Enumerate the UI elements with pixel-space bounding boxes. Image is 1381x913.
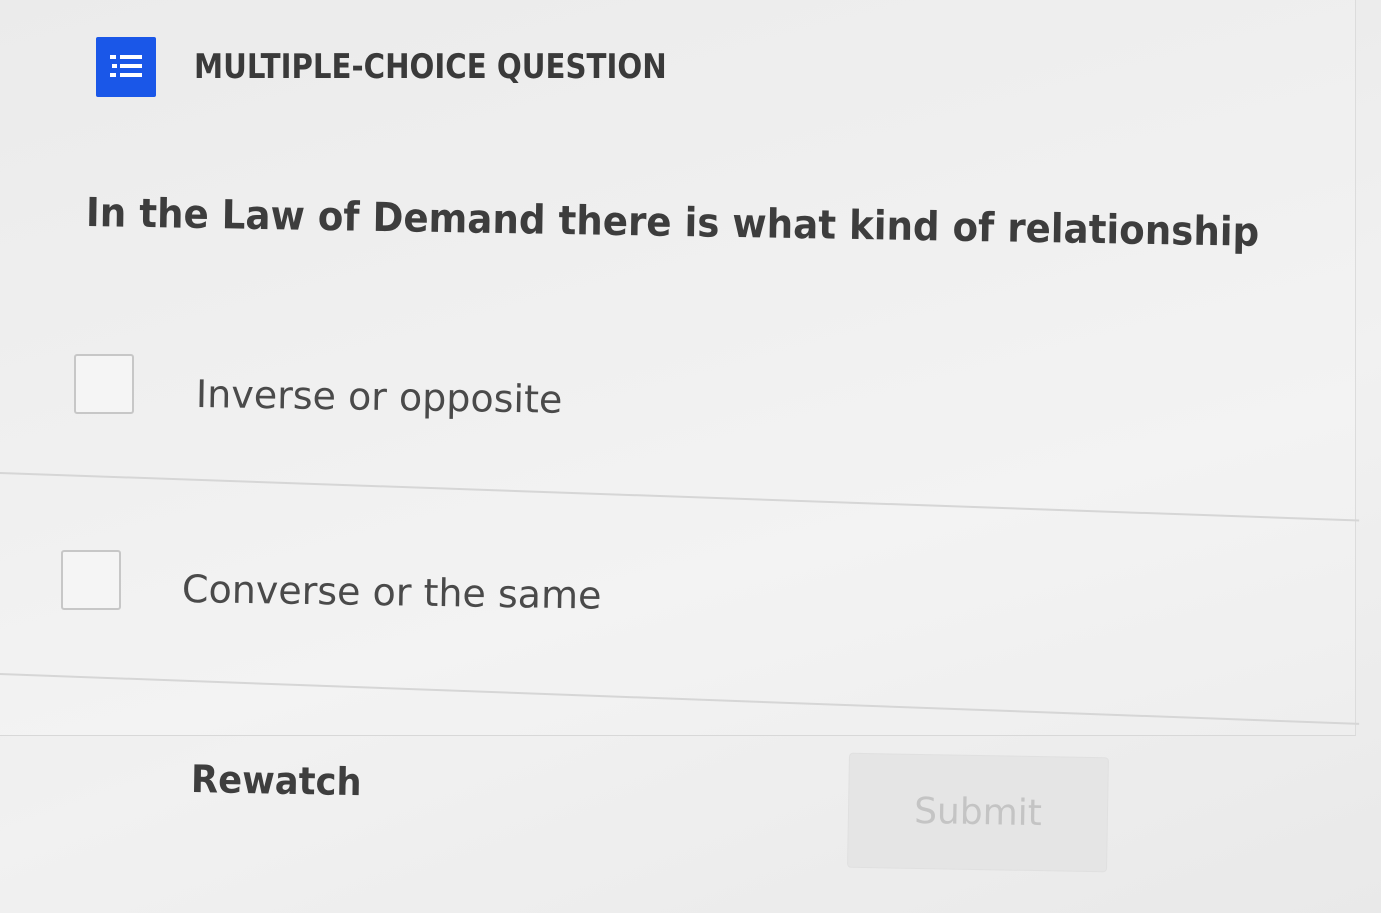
answer-option-converse[interactable]: Converse or the same <box>0 495 1355 685</box>
answer-option-label: Converse or the same <box>181 567 602 618</box>
answer-checkbox[interactable] <box>61 550 121 610</box>
rewatch-button[interactable]: Rewatch <box>191 757 362 804</box>
submit-button[interactable]: Submit <box>847 752 1109 873</box>
answer-option-inverse[interactable]: Inverse or opposite <box>0 300 1355 490</box>
question-text: In the Law of Demand there is what kind … <box>85 190 1260 256</box>
question-header: MULTIPLE-CHOICE QUESTION <box>96 37 744 97</box>
question-type-title: MULTIPLE-CHOICE QUESTION <box>194 47 667 87</box>
question-card: MULTIPLE-CHOICE QUESTION In the Law of D… <box>0 0 1360 736</box>
numbered-list-icon <box>96 37 156 97</box>
answer-checkbox[interactable] <box>74 354 134 414</box>
answer-option-label: Inverse or opposite <box>195 372 563 422</box>
